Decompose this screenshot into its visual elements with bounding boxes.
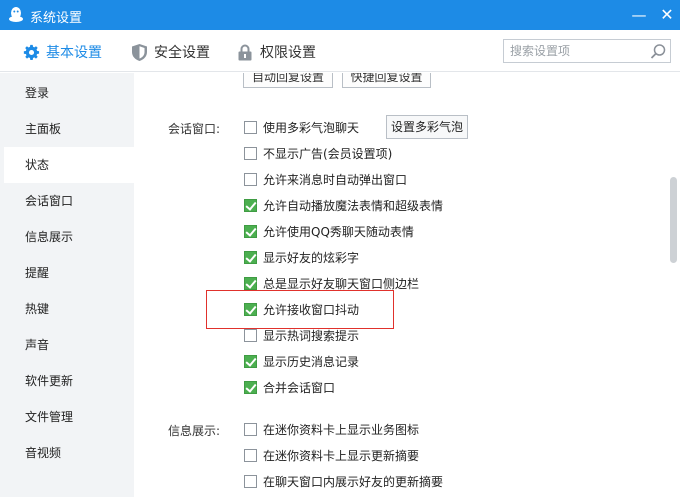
option-merge-windows[interactable]: 合并会话窗口 — [244, 378, 335, 396]
quick-reply-settings-button[interactable]: 快捷回复设置 — [342, 73, 431, 88]
info-display-section-label: 信息展示: — [168, 424, 221, 438]
sidebar-item-status[interactable]: 状态 — [4, 147, 134, 183]
tab-permission-settings[interactable]: 权限设置 — [236, 41, 316, 63]
checkbox-checked[interactable] — [244, 380, 257, 394]
option-show-colorful-text[interactable]: 显示好友的炫彩字 — [244, 248, 359, 266]
gear-icon — [22, 43, 40, 61]
checkbox-checked[interactable] — [244, 302, 257, 316]
checkbox[interactable] — [244, 172, 257, 186]
set-colorful-bubble-button[interactable]: 设置多彩气泡 — [386, 115, 468, 139]
sidebar-item-login[interactable]: 登录 — [4, 75, 134, 111]
sidebar-item-audio-video[interactable]: 音视频 — [4, 435, 134, 471]
option-qq-show-emoji[interactable]: 允许使用QQ秀聊天随动表情 — [244, 222, 414, 240]
search-box — [503, 39, 671, 63]
search-icon[interactable] — [650, 43, 667, 60]
window-title: 系统设置 — [30, 11, 83, 26]
checkbox-checked[interactable] — [244, 198, 257, 212]
checkbox-checked[interactable] — [244, 250, 257, 264]
tab-security-settings[interactable]: 安全设置 — [130, 41, 210, 63]
scrollbar-track[interactable] — [667, 73, 680, 497]
checkbox-checked[interactable] — [244, 276, 257, 290]
option-mini-card-business-icons[interactable]: 在迷你资料卡上显示业务图标 — [244, 420, 419, 438]
search-input[interactable] — [510, 43, 646, 59]
option-label: 在迷你资料卡上显示更新摘要 — [263, 448, 420, 463]
option-autoplay-magic-emoji[interactable]: 允许自动播放魔法表情和超级表情 — [244, 196, 443, 214]
option-show-history[interactable]: 显示历史消息记录 — [244, 352, 359, 370]
sidebar-item-sound[interactable]: 声音 — [4, 327, 134, 363]
sidebar-item-main-panel[interactable]: 主面板 — [4, 111, 134, 147]
tab-label: 基本设置 — [46, 45, 102, 61]
sidebar-item-reminder[interactable]: 提醒 — [4, 255, 134, 291]
option-chat-window-friend-updates[interactable]: 在聊天窗口内展示好友的更新摘要 — [244, 472, 443, 490]
option-colorful-bubble-chat[interactable]: 使用多彩气泡聊天 — [244, 118, 359, 136]
settings-sidebar: 登录 主面板 状态 会话窗口 信息展示 提醒 热键 声音 软件更新 文件管理 音… — [0, 73, 134, 497]
checkbox[interactable] — [244, 422, 257, 436]
checkbox[interactable] — [244, 448, 257, 462]
tab-basic-settings[interactable]: 基本设置 — [22, 41, 102, 63]
option-label: 总是显示好友聊天窗口侧边栏 — [263, 276, 420, 291]
sidebar-item-session-window[interactable]: 会话窗口 — [4, 183, 134, 219]
option-label: 不显示广告(会员设置项) — [263, 146, 393, 161]
option-auto-popup-window[interactable]: 允许来消息时自动弹出窗口 — [244, 170, 407, 188]
sidebar-item-info-display[interactable]: 信息展示 — [4, 219, 134, 255]
option-hide-ads[interactable]: 不显示广告(会员设置项) — [244, 144, 392, 162]
close-button[interactable]: ✕ — [656, 4, 678, 26]
option-always-show-sidebar[interactable]: 总是显示好友聊天窗口侧边栏 — [244, 274, 419, 292]
option-label: 显示好友的炫彩字 — [263, 250, 360, 265]
sidebar-item-file-management[interactable]: 文件管理 — [4, 399, 134, 435]
sidebar-item-software-update[interactable]: 软件更新 — [4, 363, 134, 399]
scrollbar-thumb[interactable] — [670, 177, 677, 263]
lock-icon — [236, 43, 254, 61]
checkbox[interactable] — [244, 474, 257, 488]
qq-penguin-icon — [9, 7, 23, 22]
session-window-section-label: 会话窗口: — [168, 122, 221, 136]
option-label: 允许自动播放魔法表情和超级表情 — [263, 198, 444, 213]
option-allow-window-shake[interactable]: 允许接收窗口抖动 — [244, 300, 359, 318]
tab-label: 权限设置 — [260, 45, 316, 61]
shield-icon — [130, 43, 148, 61]
option-mini-card-update-summary[interactable]: 在迷你资料卡上显示更新摘要 — [244, 446, 419, 464]
option-label: 显示历史消息记录 — [263, 354, 360, 369]
checkbox-checked[interactable] — [244, 224, 257, 238]
title-bar: 系统设置 — ✕ — [0, 0, 680, 30]
option-label: 允许接收窗口抖动 — [263, 302, 360, 317]
option-label: 允许使用QQ秀聊天随动表情 — [263, 224, 414, 239]
settings-tab-bar: 基本设置 安全设置 权限设置 — [0, 30, 680, 72]
checkbox[interactable] — [244, 120, 257, 134]
auto-reply-settings-button[interactable]: 自动回复设置 — [243, 73, 333, 88]
option-label: 合并会话窗口 — [263, 380, 336, 395]
option-label: 在迷你资料卡上显示业务图标 — [263, 422, 420, 437]
checkbox[interactable] — [244, 328, 257, 342]
tab-label: 安全设置 — [154, 45, 210, 61]
option-label: 使用多彩气泡聊天 — [263, 120, 360, 135]
settings-content: 自动回复设置 快捷回复设置 会话窗口: 使用多彩气泡聊天 设置多彩气泡 不显示广… — [134, 73, 667, 497]
sidebar-item-hotkeys[interactable]: 热键 — [4, 291, 134, 327]
option-hot-word-search[interactable]: 显示热词搜索提示 — [244, 326, 359, 344]
option-label: 显示热词搜索提示 — [263, 328, 360, 343]
option-label: 在聊天窗口内展示好友的更新摘要 — [263, 474, 444, 489]
checkbox-checked[interactable] — [244, 354, 257, 368]
option-label: 允许来消息时自动弹出窗口 — [263, 172, 408, 187]
minimize-button[interactable]: — — [628, 4, 650, 26]
checkbox[interactable] — [244, 146, 257, 160]
